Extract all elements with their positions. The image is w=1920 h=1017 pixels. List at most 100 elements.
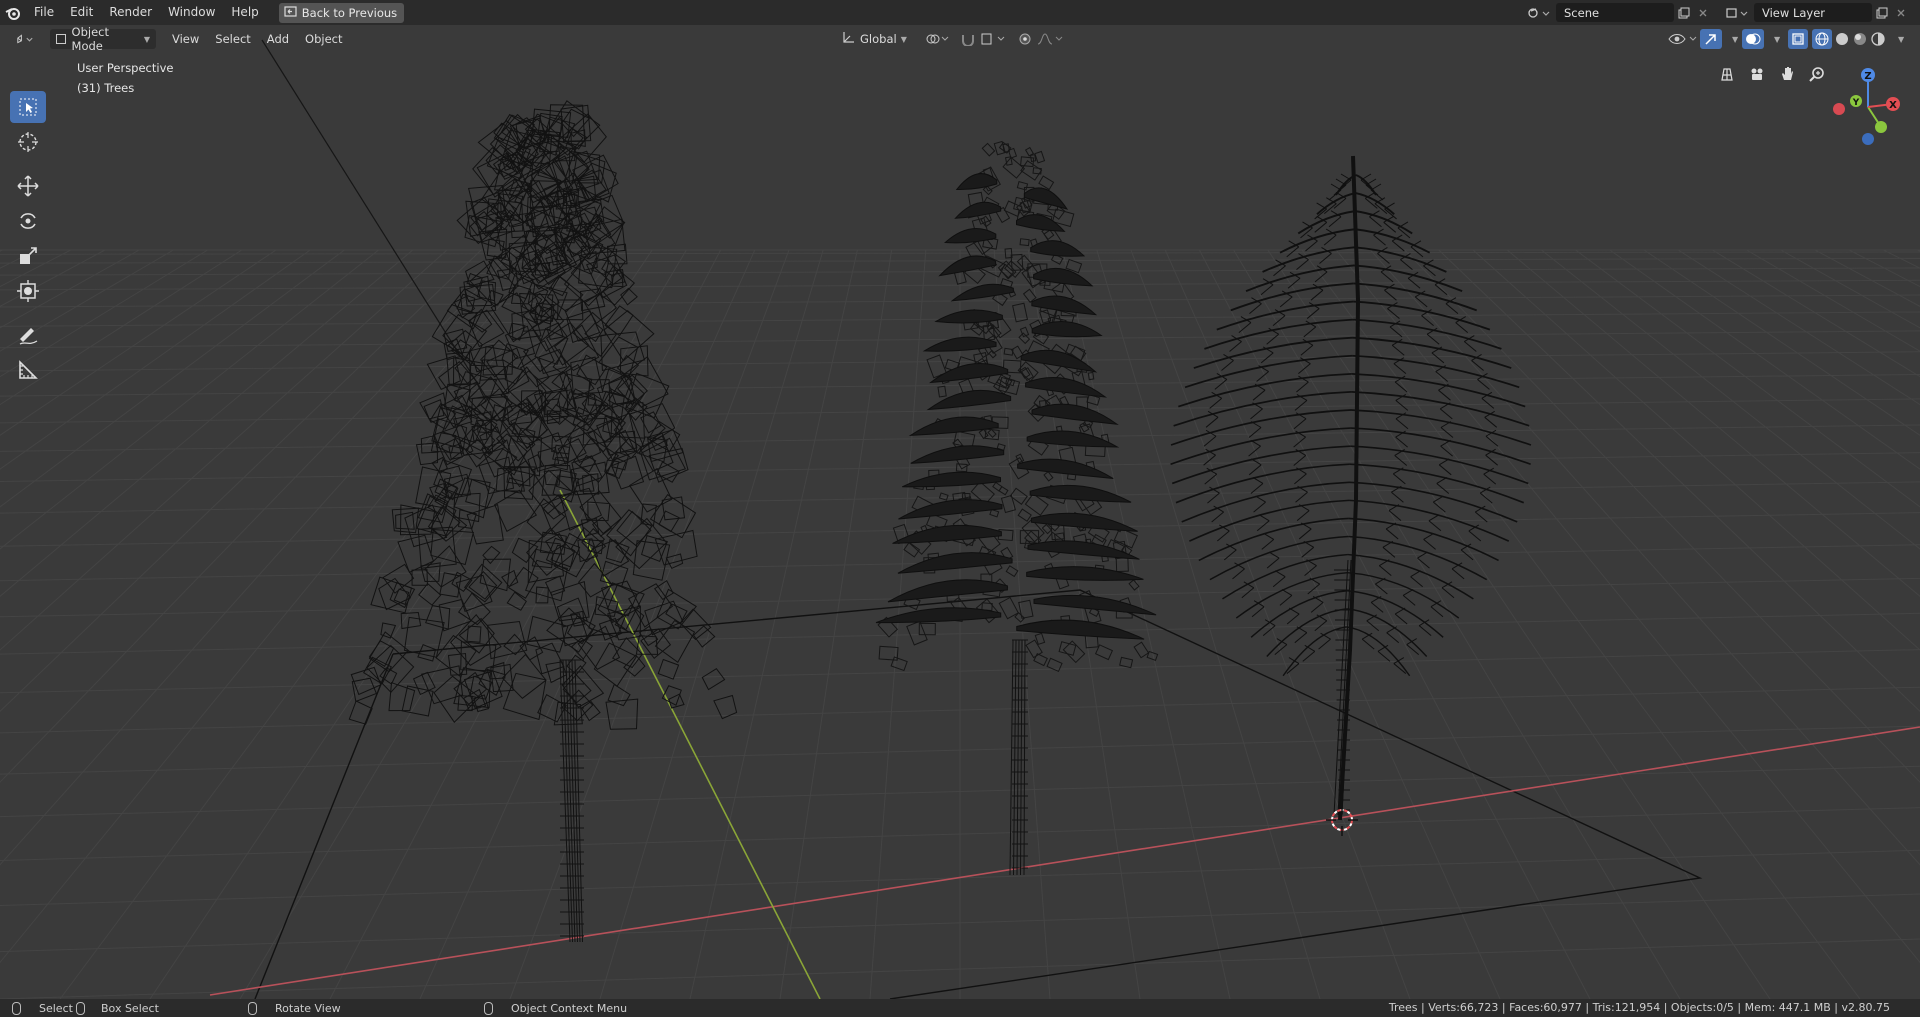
orientation-icon — [842, 31, 855, 47]
rotate-tool[interactable] — [10, 205, 46, 237]
status-context-menu-label: Object Context Menu — [511, 1001, 628, 1015]
new-view-layer-icon[interactable] — [1872, 3, 1891, 22]
mode-dropdown[interactable]: Object Mode ▼ — [50, 25, 156, 53]
eye-icon — [1668, 34, 1697, 44]
cursor-icon — [18, 132, 38, 152]
z-axis-label: Z — [1864, 71, 1871, 82]
pan-view-icon[interactable] — [1774, 61, 1800, 87]
view-layer-selector: View Layer — [1722, 2, 1910, 23]
chevron-down-icon: ▼ — [900, 34, 907, 44]
shading-solid-button[interactable] — [1832, 29, 1852, 49]
menu-view[interactable]: View — [166, 29, 205, 49]
menu-edit[interactable]: Edit — [62, 0, 101, 25]
scene-selector: Scene — [1524, 2, 1712, 23]
scene-name-field[interactable]: Scene — [1556, 3, 1674, 22]
measure-tool[interactable] — [10, 354, 46, 386]
status-select: Select — [12, 999, 73, 1017]
xray-icon — [1792, 33, 1804, 45]
status-select-label: Select — [39, 1001, 73, 1015]
overlays-icon — [1746, 33, 1761, 45]
scale-tool[interactable] — [10, 240, 46, 272]
transform-orientation-dropdown[interactable]: Global ▼ — [836, 29, 914, 49]
back-to-previous-button[interactable]: Back to Previous — [278, 2, 405, 23]
shading-wireframe-button[interactable] — [1812, 29, 1832, 49]
chevron-down-icon: ▼ — [1774, 34, 1781, 44]
shading-rendered-button[interactable] — [1868, 29, 1888, 49]
select-box-tool[interactable] — [10, 91, 46, 123]
toggle-perspective-icon[interactable] — [1714, 61, 1740, 87]
floor-grid — [0, 249, 1920, 999]
menu-add[interactable]: Add — [261, 29, 295, 49]
navigation-gizmo[interactable]: Z Y X — [1820, 57, 1920, 167]
gizmo-dropdown[interactable]: ▼ — [1722, 29, 1744, 49]
cursor-tool[interactable] — [10, 126, 46, 158]
shading-material-button[interactable] — [1850, 29, 1870, 49]
transform-tool[interactable] — [10, 275, 46, 307]
snap-toggle[interactable] — [954, 29, 1014, 49]
magnet-icon — [962, 33, 1005, 46]
tree-bare-branches — [1170, 155, 1532, 821]
scene-canvas — [0, 39, 1920, 999]
top-bar: File Edit Render Window Help Back to Pre… — [0, 0, 1920, 25]
view-layer-name-field[interactable]: View Layer — [1754, 3, 1872, 22]
xray-toggle[interactable] — [1788, 29, 1808, 49]
status-bar: Select Box Select Rotate View Object Con… — [0, 999, 1920, 1017]
chevron-down-icon: ▼ — [1898, 34, 1905, 44]
zoom-view-icon[interactable] — [1804, 61, 1830, 87]
perspective-label: User Perspective — [77, 61, 174, 75]
rotate-icon — [20, 213, 36, 229]
move-icon — [17, 175, 39, 197]
chevron-down-icon: ▼ — [143, 34, 150, 44]
status-rotate-view: Rotate View — [248, 999, 341, 1017]
camera-view-icon[interactable] — [1744, 61, 1770, 87]
annotate-tool[interactable] — [10, 319, 46, 351]
mode-label: Object Mode — [71, 25, 110, 53]
menu-window[interactable]: Window — [160, 0, 223, 25]
viewport-header: Object Mode ▼ View Select Add Object Glo… — [0, 25, 1920, 53]
material-shading-icon — [1854, 33, 1866, 45]
shading-dropdown[interactable]: ▼ — [1888, 29, 1910, 49]
overlays-toggle[interactable] — [1742, 29, 1764, 49]
move-tool[interactable] — [10, 170, 46, 202]
scene-browse-icon[interactable] — [1524, 3, 1554, 22]
select-box-icon — [19, 98, 37, 116]
mouse-drag-icon — [76, 1001, 85, 1015]
chevron-down-icon: ▼ — [1732, 34, 1739, 44]
3d-viewport[interactable]: User Perspective (31) Trees Z Y X — [0, 25, 1920, 999]
pivot-point-dropdown[interactable] — [920, 29, 958, 49]
gizmo-toggle[interactable] — [1700, 29, 1722, 49]
menu-select[interactable]: Select — [209, 29, 256, 49]
overlays-dropdown[interactable]: ▼ — [1764, 29, 1786, 49]
y-axis-label: Y — [1852, 98, 1860, 108]
menu-help[interactable]: Help — [223, 0, 266, 25]
status-box-select-label: Box Select — [101, 1001, 159, 1015]
proportional-editing-icon — [1019, 33, 1063, 45]
rendered-shading-icon — [1871, 32, 1885, 46]
wireframe-shading-icon — [1815, 32, 1829, 46]
proportional-editing[interactable] — [1012, 29, 1072, 49]
menu-file[interactable]: File — [26, 0, 62, 25]
scale-icon — [20, 247, 37, 264]
remove-view-layer-icon[interactable] — [1891, 3, 1910, 22]
tree-branch-cards — [875, 140, 1159, 876]
object-mode-icon — [56, 34, 66, 44]
collection-label: (31) Trees — [77, 81, 135, 95]
menu-render[interactable]: Render — [101, 0, 160, 25]
status-context-menu: Object Context Menu — [484, 999, 627, 1017]
editor-type-icon[interactable] — [10, 29, 40, 49]
new-scene-icon[interactable] — [1674, 3, 1693, 22]
blender-logo-icon[interactable] — [0, 0, 26, 25]
solid-shading-icon — [1836, 33, 1848, 45]
tool-shelf — [10, 88, 50, 389]
back-button-label: Back to Previous — [301, 5, 398, 20]
mouse-right-icon — [484, 1001, 493, 1015]
menu-object[interactable]: Object — [299, 29, 348, 49]
measure-icon — [19, 360, 38, 379]
x-axis-label: X — [1889, 100, 1897, 111]
back-icon — [284, 5, 297, 20]
view-layer-browse-icon[interactable] — [1722, 3, 1752, 22]
neg-x-axis-icon — [1833, 103, 1845, 115]
tree-dense-wireframe — [348, 100, 738, 943]
remove-scene-icon[interactable] — [1693, 3, 1712, 22]
neg-z-axis-icon — [1862, 133, 1874, 145]
